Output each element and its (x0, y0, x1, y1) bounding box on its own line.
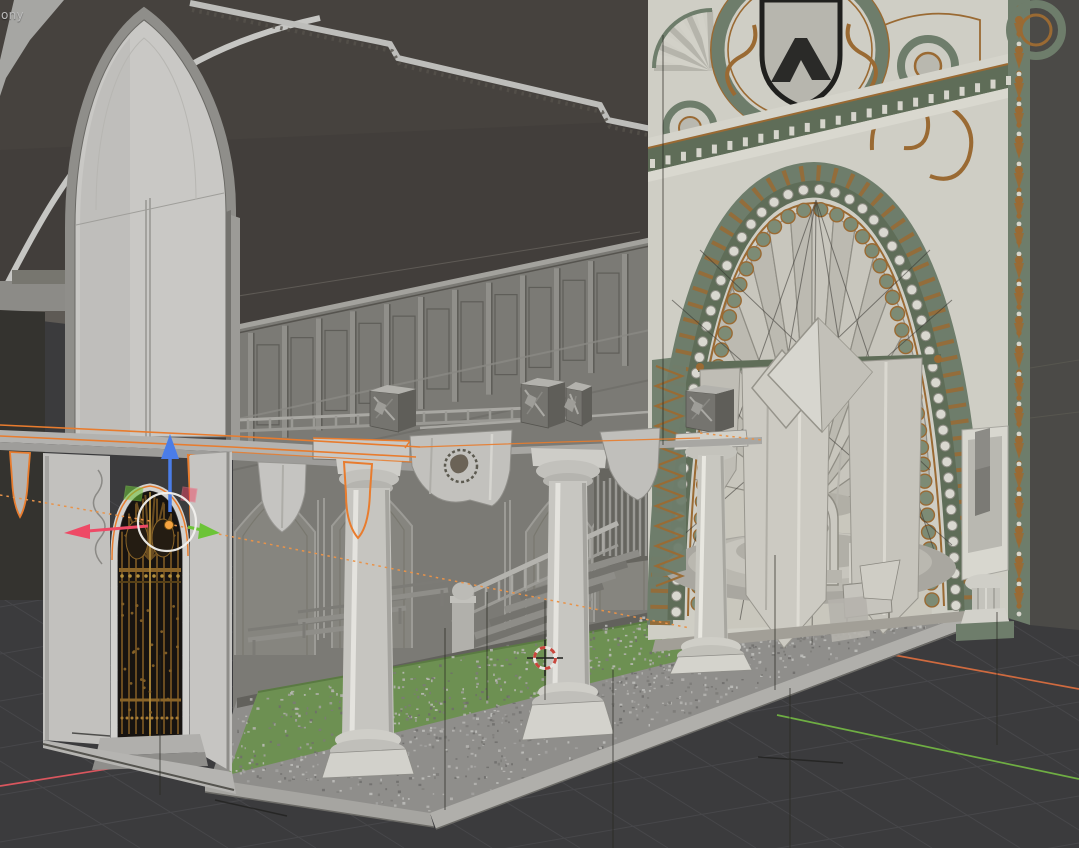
gizmo-xz-plane-handle[interactable] (181, 487, 197, 502)
gizmo-yz-plane-handle[interactable] (124, 486, 143, 501)
porch-pier (43, 453, 110, 745)
dark-side-wall (1030, 0, 1079, 630)
collection-label: ony (1, 8, 24, 22)
blender-3d-viewport[interactable]: ony (0, 0, 1079, 848)
object-origin-dot (165, 521, 174, 530)
